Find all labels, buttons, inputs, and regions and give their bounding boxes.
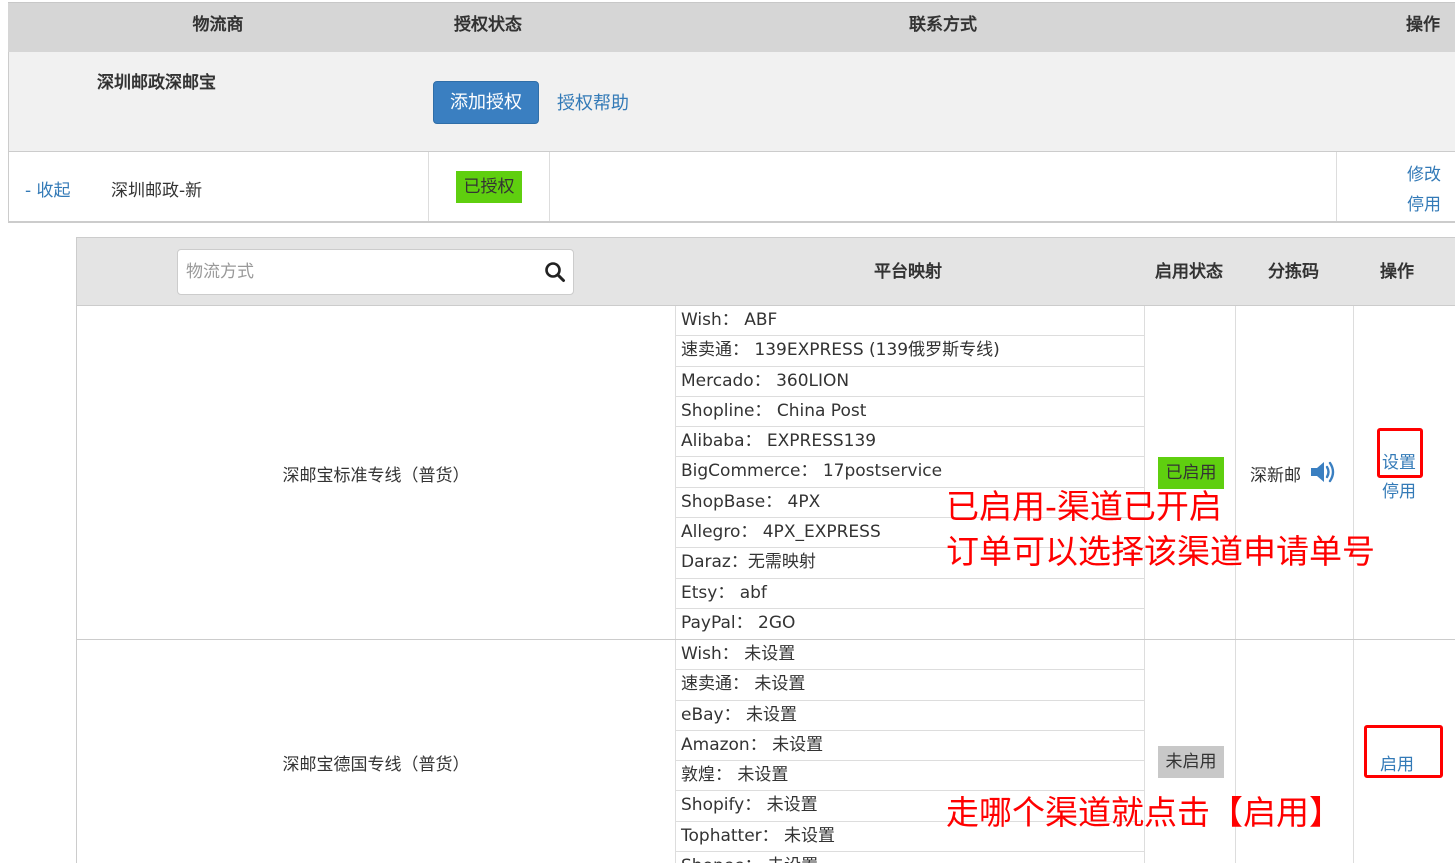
add-authorization-button[interactable]: 添加授权 bbox=[433, 81, 539, 124]
carrier-row: 深圳邮政深邮宝 添加授权 授权帮助 bbox=[8, 52, 1455, 152]
edit-account-link[interactable]: 修改 bbox=[1407, 160, 1441, 185]
collapse-link[interactable]: - 收起 bbox=[25, 176, 71, 201]
speaker-icon[interactable] bbox=[1309, 459, 1337, 485]
mapping-item: Shopline： China Post bbox=[676, 397, 1144, 428]
mapping-item: Mercado： 360LION bbox=[676, 367, 1144, 397]
divider bbox=[1353, 640, 1354, 863]
account-name: 深圳邮政-新 bbox=[111, 181, 203, 201]
header-actions: 操作 bbox=[1406, 15, 1440, 35]
annotation-enabled-line2: 订单可以选择该渠道申请单号 bbox=[946, 532, 1375, 571]
mapping-item: Wish： ABF bbox=[676, 306, 1144, 337]
mapping-item: Alibaba： EXPRESS139 bbox=[676, 427, 1144, 458]
search-icon[interactable] bbox=[543, 260, 567, 284]
divider bbox=[1336, 152, 1337, 221]
header-enable-status: 启用状态 bbox=[1155, 262, 1223, 282]
highlight-box-settings bbox=[1377, 428, 1423, 478]
mapping-item: 敦煌： 未设置 bbox=[676, 761, 1144, 792]
header-sort-code: 分拣码 bbox=[1268, 262, 1319, 282]
divider bbox=[1353, 306, 1354, 639]
divider bbox=[1235, 306, 1236, 639]
channel-name: 深邮宝标准专线（普货） bbox=[282, 466, 470, 486]
channel-name: 深邮宝德国专线（普货） bbox=[282, 755, 470, 775]
header-contact: 联系方式 bbox=[909, 15, 977, 35]
disabled-status-badge: 未启用 bbox=[1158, 746, 1224, 778]
authorized-status-badge: 已授权 bbox=[456, 171, 522, 203]
header-platform-mapping: 平台映射 bbox=[874, 262, 942, 282]
divider bbox=[428, 152, 429, 221]
carrier-table-header: 物流商 授权状态 联系方式 操作 bbox=[8, 2, 1455, 52]
channel-row: 深邮宝标准专线（普货） Wish： ABF 速卖通： 139EXPRESS (1… bbox=[76, 306, 1455, 640]
header-auth-status: 授权状态 bbox=[454, 15, 522, 35]
platform-mapping-list: Wish： ABF 速卖通： 139EXPRESS (139俄罗斯专线) Mer… bbox=[675, 306, 1145, 639]
channel-table-header: 平台映射 启用状态 分拣码 操作 bbox=[76, 237, 1455, 306]
channel-search-box bbox=[177, 249, 574, 295]
mapping-item: Wish： 未设置 bbox=[676, 640, 1144, 671]
disable-account-link[interactable]: 停用 bbox=[1407, 190, 1441, 215]
annotation-enabled-line1: 已启用-渠道已开启 bbox=[946, 487, 1222, 526]
annotation-enable-hint: 走哪个渠道就点击【启用】 bbox=[946, 793, 1342, 832]
header-carrier: 物流商 bbox=[192, 15, 244, 35]
mapping-item: eBay： 未设置 bbox=[676, 701, 1144, 731]
mapping-item: Etsy： abf bbox=[676, 579, 1144, 609]
divider bbox=[549, 152, 550, 221]
mapping-item: 速卖通： 139EXPRESS (139俄罗斯专线) bbox=[676, 336, 1144, 367]
channel-disable-link[interactable]: 停用 bbox=[1382, 477, 1416, 502]
mapping-item: Shopee： 未设置 bbox=[676, 852, 1144, 863]
header-channel-actions: 操作 bbox=[1380, 262, 1414, 282]
authorization-help-link[interactable]: 授权帮助 bbox=[557, 89, 629, 115]
mapping-item: 速卖通： 未设置 bbox=[676, 670, 1144, 701]
channel-search-input[interactable] bbox=[186, 250, 526, 294]
account-row: - 收起 深圳邮政-新 已授权 修改 停用 bbox=[8, 152, 1455, 223]
mapping-item: BigCommerce： 17postservice bbox=[676, 457, 1144, 488]
highlight-box-enable bbox=[1364, 725, 1443, 778]
sort-code: 深新邮 bbox=[1250, 466, 1301, 486]
enabled-status-badge: 已启用 bbox=[1158, 457, 1224, 489]
carrier-name: 深圳邮政深邮宝 bbox=[97, 73, 216, 93]
mapping-item: Amazon： 未设置 bbox=[676, 731, 1144, 762]
mapping-item: PayPal： 2GO bbox=[681, 612, 796, 633]
